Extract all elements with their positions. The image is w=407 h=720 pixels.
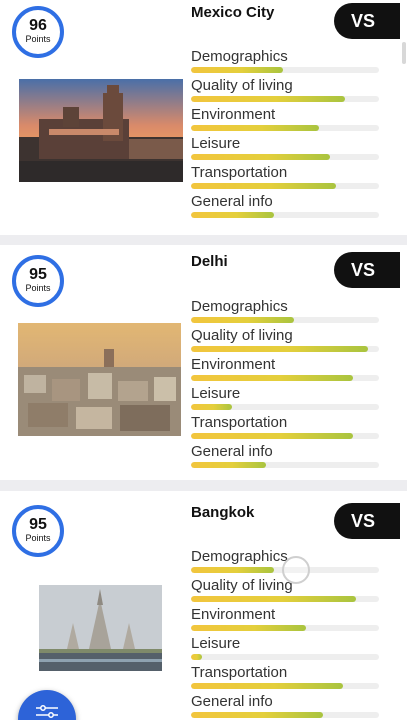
metric-label: Quality of living [191, 77, 293, 94]
metric-general-info: General info [191, 443, 379, 472]
metric-label: Quality of living [191, 327, 293, 344]
points-label: Points [25, 34, 51, 44]
city-name: Bangkok [191, 504, 255, 521]
score-badge: 95 Points [12, 255, 64, 307]
metric-demographics: Demographics [191, 48, 379, 77]
metric-bar [191, 183, 379, 189]
metric-bar [191, 212, 379, 218]
metric-label: Transportation [191, 414, 288, 431]
metric-bar [191, 96, 379, 102]
metric-label: General info [191, 193, 273, 210]
metric-bar [191, 346, 379, 352]
metric-bar-fill [191, 67, 284, 73]
metric-bar [191, 712, 379, 718]
metric-bar-fill [191, 183, 336, 189]
sliders-icon [32, 702, 62, 720]
metric-bar [191, 67, 379, 73]
metric-label: Demographics [191, 48, 288, 65]
metric-bar [191, 404, 379, 410]
metric-bar-fill [191, 596, 357, 602]
metric-bar [191, 317, 379, 323]
metric-bar [191, 433, 379, 439]
metric-bar [191, 154, 379, 160]
metric-bar [191, 596, 379, 602]
metric-bar-fill [191, 96, 346, 102]
points-label: Points [25, 533, 51, 543]
metric-bar-fill [191, 404, 233, 410]
metric-environment: Environment [191, 606, 379, 635]
metric-general-info: General info [191, 693, 379, 720]
metric-bar-fill [191, 125, 319, 131]
vs-button[interactable]: VS [334, 252, 400, 288]
city-card-mexico-city[interactable]: 96 Points Mexico City VS Demographics Qu… [0, 0, 407, 235]
city-name: Mexico City [191, 4, 275, 21]
city-name: Delhi [191, 253, 228, 270]
metric-environment: Environment [191, 356, 379, 385]
vs-button[interactable]: VS [334, 503, 400, 539]
score-badge: 96 Points [12, 6, 64, 58]
city-photo [19, 79, 183, 182]
score-value: 95 [29, 516, 47, 533]
metric-label: General info [191, 693, 273, 710]
metric-leisure: Leisure [191, 135, 379, 164]
metric-bar-fill [191, 712, 323, 718]
vs-button[interactable]: VS [334, 3, 400, 39]
metric-bar [191, 654, 379, 660]
metric-bar-fill [191, 375, 353, 381]
metric-transportation: Transportation [191, 164, 379, 193]
city-card-delhi[interactable]: 95 Points Delhi VS Demographics Quality … [0, 245, 407, 480]
metric-bar-fill [191, 683, 344, 689]
metric-label: Environment [191, 106, 276, 123]
metric-bar-fill [191, 346, 368, 352]
metric-bar [191, 625, 379, 631]
metric-label: Transportation [191, 664, 288, 681]
metrics-list: Demographics Quality of living Environme… [191, 298, 379, 472]
metric-bar [191, 375, 379, 381]
metric-bar-fill [191, 154, 331, 160]
metric-label: Leisure [191, 635, 241, 652]
metric-bar-fill [191, 212, 274, 218]
metric-label: Demographics [191, 298, 288, 315]
metric-label: Environment [191, 356, 276, 373]
metric-bar-fill [191, 317, 295, 323]
metric-bar [191, 683, 379, 689]
scrollbar-thumb[interactable] [402, 42, 406, 64]
metric-transportation: Transportation [191, 664, 379, 693]
metric-bar [191, 125, 379, 131]
metric-bar-fill [191, 462, 267, 468]
metric-label: Transportation [191, 164, 288, 181]
city-photo [18, 323, 181, 436]
metric-bar-fill [191, 625, 306, 631]
metric-bar [191, 462, 379, 468]
city-card-bangkok[interactable]: 95 Points Bangkok VS Demographics Qualit… [0, 491, 407, 720]
score-badge: 95 Points [12, 505, 64, 557]
metric-bar-fill [191, 433, 353, 439]
metric-leisure: Leisure [191, 385, 379, 414]
metric-label: Leisure [191, 135, 241, 152]
metric-quality-of-living: Quality of living [191, 77, 379, 106]
score-value: 96 [29, 17, 47, 34]
metric-label: Environment [191, 606, 276, 623]
score-value: 95 [29, 266, 47, 283]
metrics-list: Demographics Quality of living Environme… [191, 48, 379, 222]
metric-quality-of-living: Quality of living [191, 327, 379, 356]
metric-label: Leisure [191, 385, 241, 402]
metric-leisure: Leisure [191, 635, 379, 664]
metric-demographics: Demographics [191, 298, 379, 327]
touch-ripple [282, 556, 310, 584]
metric-environment: Environment [191, 106, 379, 135]
metric-quality-of-living: Quality of living [191, 577, 379, 606]
metric-label: General info [191, 443, 273, 460]
points-label: Points [25, 283, 51, 293]
metric-bar-fill [191, 654, 203, 660]
city-photo [39, 585, 162, 671]
metric-general-info: General info [191, 193, 379, 222]
metric-bar-fill [191, 567, 274, 573]
metric-transportation: Transportation [191, 414, 379, 443]
